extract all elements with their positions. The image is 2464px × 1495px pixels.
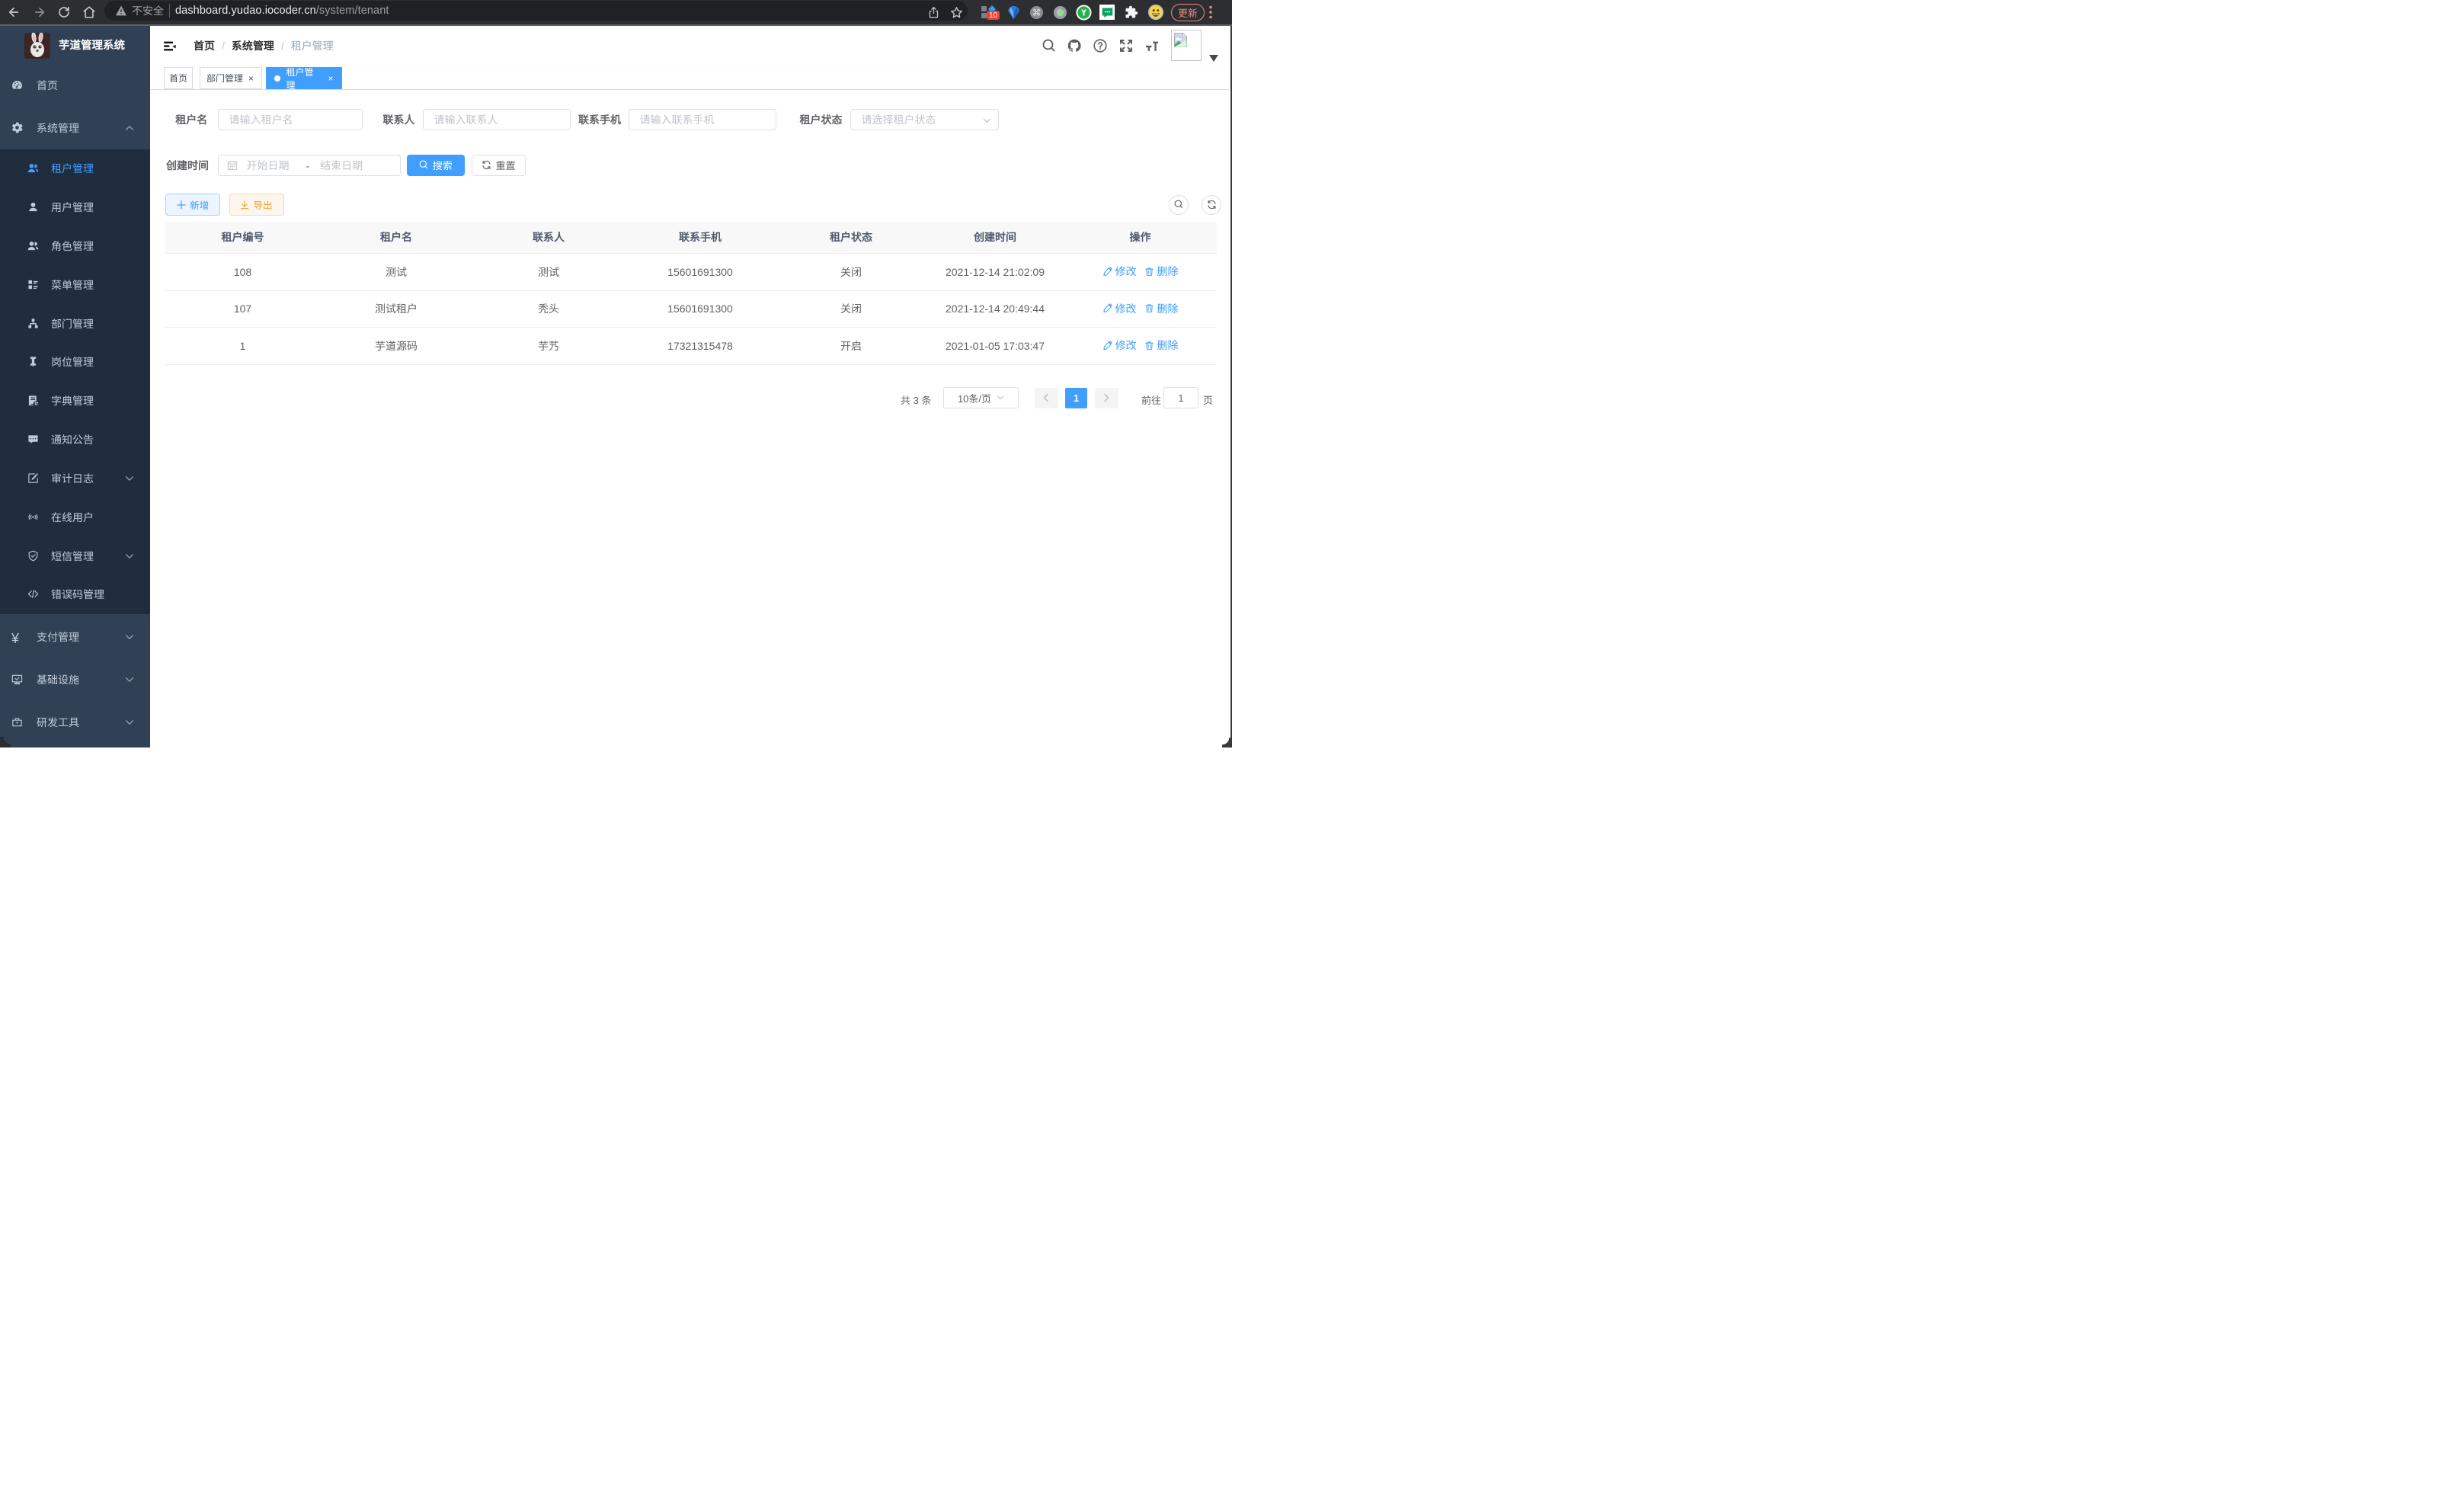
svg-text:⌘: ⌘: [1032, 8, 1040, 18]
